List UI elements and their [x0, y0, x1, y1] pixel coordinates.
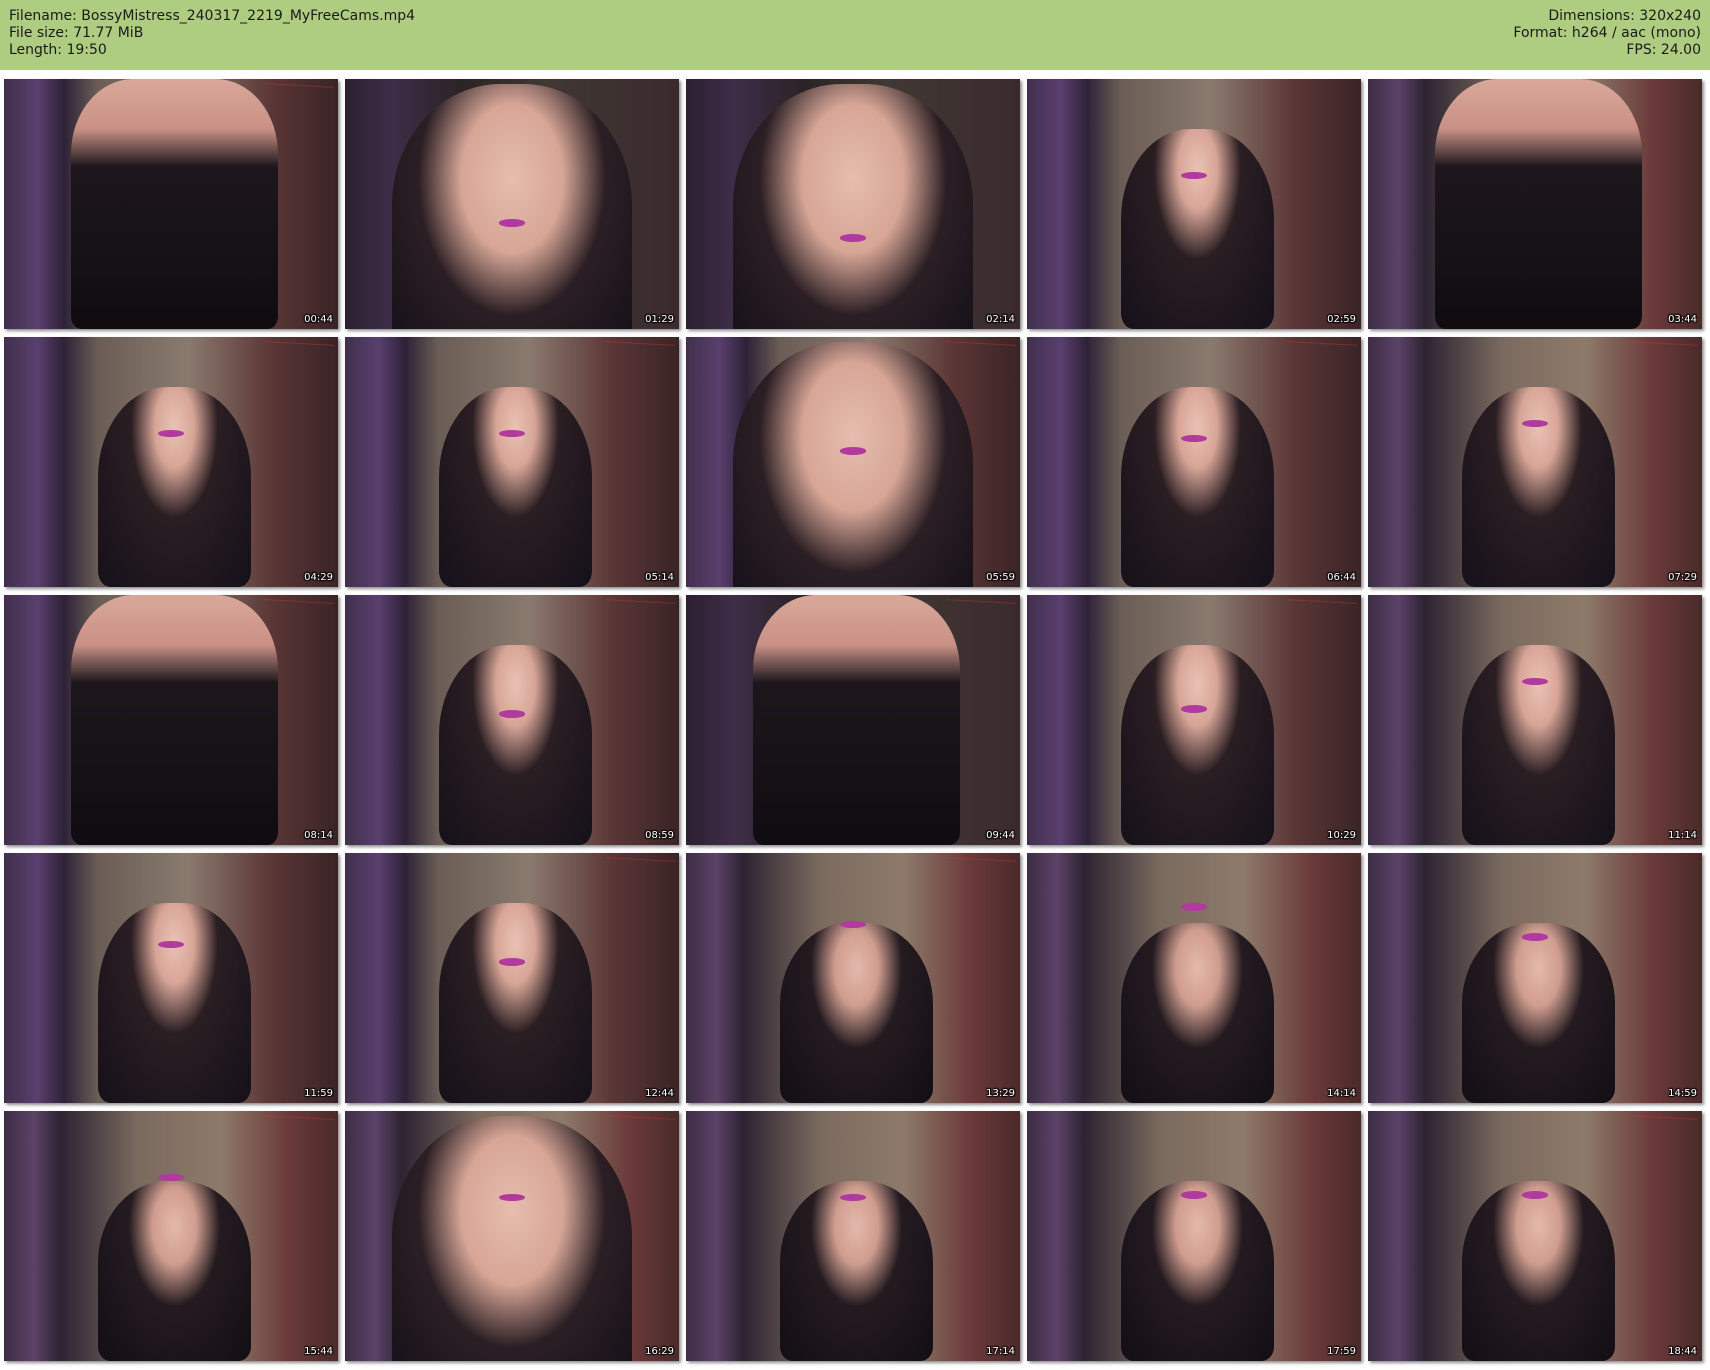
timestamp: 00:44	[304, 314, 333, 325]
subject-figure	[1434, 79, 1642, 329]
timestamp: 16:29	[645, 1346, 674, 1357]
thumbnail[interactable]: 16:29	[345, 1111, 679, 1361]
file-info: Filename: BossyMistress_240317_2219_MyFr…	[9, 8, 415, 59]
timestamp: 02:14	[986, 314, 1015, 325]
thumbnail[interactable]: 11:14	[1368, 595, 1702, 845]
thumbnail[interactable]: 00:44	[4, 79, 338, 329]
timestamp: 06:44	[1327, 572, 1356, 583]
dimensions-text: Dimensions: 320x240	[1548, 8, 1701, 24]
thumbnail[interactable]: 10:29	[1027, 595, 1361, 845]
timestamp: 13:29	[986, 1088, 1015, 1099]
timestamp: 14:14	[1327, 1088, 1356, 1099]
fps-text: FPS: 24.00	[1626, 42, 1701, 58]
timestamp: 09:44	[986, 830, 1015, 841]
subject-figure	[1120, 129, 1275, 329]
subject-figure	[1120, 923, 1275, 1103]
thumbnail[interactable]: 12:44	[345, 853, 679, 1103]
subject-figure	[779, 1181, 934, 1361]
subject-figure	[1120, 1181, 1275, 1361]
thumbnail[interactable]: 01:29	[345, 79, 679, 329]
subject-figure	[438, 903, 593, 1103]
timestamp: 17:59	[1327, 1346, 1356, 1357]
timestamp: 17:14	[986, 1346, 1015, 1357]
timestamp: 11:14	[1668, 830, 1697, 841]
subject-figure	[1461, 387, 1616, 587]
subject-figure	[732, 342, 974, 587]
subject-figure	[70, 595, 278, 845]
timestamp: 10:29	[1327, 830, 1356, 841]
thumbnail[interactable]: 18:44	[1368, 1111, 1702, 1361]
subject-figure	[779, 923, 934, 1103]
thumbnail[interactable]: 13:29	[686, 853, 1020, 1103]
timestamp: 01:29	[645, 314, 674, 325]
timestamp: 12:44	[645, 1088, 674, 1099]
subject-figure	[752, 595, 960, 845]
subject-figure	[1461, 645, 1616, 845]
timestamp: 11:59	[304, 1088, 333, 1099]
timestamp: 08:14	[304, 830, 333, 841]
thumbnail[interactable]: 05:14	[345, 337, 679, 587]
timestamp: 07:29	[1668, 572, 1697, 583]
filename-text: Filename: BossyMistress_240317_2219_MyFr…	[9, 8, 416, 24]
subject-figure	[1120, 387, 1275, 587]
subject-figure	[97, 1181, 252, 1361]
info-header: Filename: BossyMistress_240317_2219_MyFr…	[0, 0, 1710, 70]
subject-figure	[1461, 923, 1616, 1103]
thumbnail-grid: 00:44 01:29 02:14 02:59 03:44 04:29 05:1…	[4, 79, 1707, 1361]
timestamp: 14:59	[1668, 1088, 1697, 1099]
thumbnail[interactable]: 03:44	[1368, 79, 1702, 329]
thumbnail[interactable]: 17:14	[686, 1111, 1020, 1361]
subject-figure	[97, 903, 252, 1103]
timestamp: 02:59	[1327, 314, 1356, 325]
subject-figure	[70, 79, 278, 329]
thumbnail[interactable]: 15:44	[4, 1111, 338, 1361]
thumbnail[interactable]: 08:14	[4, 595, 338, 845]
thumbnail[interactable]: 14:59	[1368, 853, 1702, 1103]
filesize-text: File size: 71.77 MiB	[9, 25, 144, 41]
timestamp: 08:59	[645, 830, 674, 841]
timestamp: 15:44	[304, 1346, 333, 1357]
thumbnail[interactable]: 07:29	[1368, 337, 1702, 587]
thumbnail[interactable]: 08:59	[345, 595, 679, 845]
timestamp: 05:14	[645, 572, 674, 583]
media-info: Dimensions: 320x240 Format: h264 / aac (…	[1513, 8, 1701, 59]
subject-figure	[1120, 645, 1275, 845]
thumbnail[interactable]: 14:14	[1027, 853, 1361, 1103]
subject-figure	[732, 84, 974, 329]
subject-figure	[97, 387, 252, 587]
format-text: Format: h264 / aac (mono)	[1513, 25, 1701, 41]
length-text: Length: 19:50	[9, 42, 107, 58]
thumbnail[interactable]: 04:29	[4, 337, 338, 587]
thumbnail[interactable]: 09:44	[686, 595, 1020, 845]
thumbnail[interactable]: 11:59	[4, 853, 338, 1103]
timestamp: 18:44	[1668, 1346, 1697, 1357]
subject-figure	[391, 84, 633, 329]
thumbnail[interactable]: 17:59	[1027, 1111, 1361, 1361]
thumbnail[interactable]: 02:59	[1027, 79, 1361, 329]
subject-figure	[438, 387, 593, 587]
subject-figure	[1461, 1181, 1616, 1361]
timestamp: 05:59	[986, 572, 1015, 583]
timestamp: 03:44	[1668, 314, 1697, 325]
subject-figure	[438, 645, 593, 845]
subject-figure	[391, 1116, 633, 1361]
timestamp: 04:29	[304, 572, 333, 583]
thumbnail[interactable]: 02:14	[686, 79, 1020, 329]
thumbnail[interactable]: 05:59	[686, 337, 1020, 587]
thumbnail[interactable]: 06:44	[1027, 337, 1361, 587]
